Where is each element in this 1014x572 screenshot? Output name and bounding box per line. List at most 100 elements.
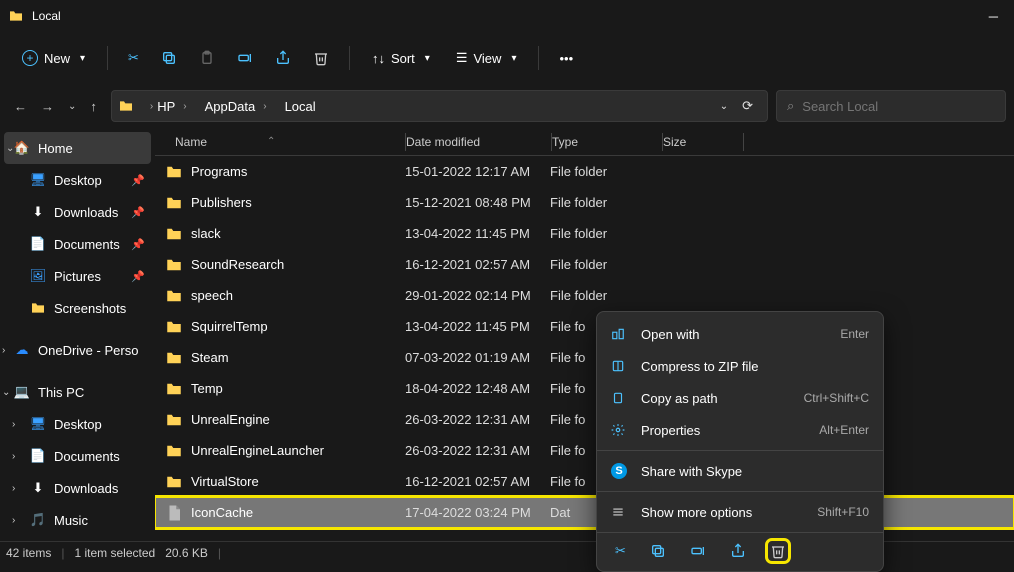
table-row[interactable]: Steam07-03-2022 01:19 AMFile fo xyxy=(155,342,1014,373)
sidebar-item-music[interactable]: ›🎵Music xyxy=(0,504,155,536)
folder-icon xyxy=(165,318,183,336)
file-list: Name⌃ Date modified Type Size Programs15… xyxy=(155,128,1014,541)
status-size: 20.6 KB xyxy=(165,546,208,560)
home-icon: 🏠 xyxy=(14,140,30,156)
more-icon xyxy=(611,505,627,519)
folder-icon xyxy=(165,473,183,491)
ctx-compress[interactable]: Compress to ZIP file xyxy=(597,350,883,382)
ctx-cut[interactable]: ✂ xyxy=(615,543,626,559)
chevron-down-icon: ▾ xyxy=(80,53,85,64)
sidebar-item-downloads[interactable]: ⬇Downloads📌 xyxy=(0,196,155,228)
table-row[interactable]: Programs15-01-2022 12:17 AMFile folder xyxy=(155,156,1014,187)
table-row[interactable]: slack13-04-2022 11:45 PMFile folder xyxy=(155,218,1014,249)
row-type: File folder xyxy=(550,288,660,303)
minimize-button[interactable]: ─ xyxy=(989,9,998,24)
forward-button[interactable]: → xyxy=(41,99,54,114)
copy-button[interactable] xyxy=(153,44,185,72)
row-date: 16-12-2021 02:57 AM xyxy=(405,474,550,489)
breadcrumb[interactable]: ›HP› xyxy=(140,95,193,118)
table-row[interactable]: speech29-01-2022 02:14 PMFile folder xyxy=(155,280,1014,311)
app-folder-icon xyxy=(8,8,24,24)
sidebar-item-screenshots[interactable]: Screenshots xyxy=(0,292,155,324)
new-button[interactable]: + New ▾ xyxy=(12,44,95,72)
cut-button[interactable]: ✂ xyxy=(120,44,147,72)
download-icon: ⬇ xyxy=(30,204,46,220)
cloud-icon: ☁ xyxy=(14,342,30,358)
row-date: 13-04-2022 11:45 PM xyxy=(405,226,550,241)
view-button[interactable]: ☰ View ▾ xyxy=(446,44,527,72)
breadcrumb[interactable]: Local xyxy=(279,95,322,118)
column-header-type[interactable]: Type xyxy=(552,135,662,149)
table-row[interactable]: SoundResearch16-12-2021 02:57 AMFile fol… xyxy=(155,249,1014,280)
properties-icon xyxy=(611,423,627,437)
search-input[interactable] xyxy=(802,99,995,114)
row-type: File folder xyxy=(550,226,660,241)
sidebar-item-onedrive[interactable]: ›☁OneDrive - Perso xyxy=(0,334,155,366)
pin-icon: 📌 xyxy=(131,238,145,251)
row-name: UnrealEngineLauncher xyxy=(191,443,405,458)
search-box[interactable]: ⌕ xyxy=(776,90,1006,122)
ctx-delete[interactable] xyxy=(770,543,786,559)
table-row[interactable]: UnrealEngine26-03-2022 12:31 AMFile fo xyxy=(155,404,1014,435)
ctx-open-with[interactable]: Open withEnter xyxy=(597,318,883,350)
column-header-date[interactable]: Date modified xyxy=(406,135,551,149)
ctx-copy[interactable] xyxy=(650,543,666,559)
column-header-name[interactable]: Name⌃ xyxy=(155,135,405,149)
breadcrumb[interactable]: AppData› xyxy=(199,95,273,118)
sidebar-item-desktop[interactable]: 🖥Desktop📌 xyxy=(0,164,155,196)
column-header-size[interactable]: Size xyxy=(663,135,743,149)
sidebar-item-thispc[interactable]: ⌄💻This PC xyxy=(0,376,155,408)
row-name: slack xyxy=(191,226,405,241)
row-name: SquirrelTemp xyxy=(191,319,405,334)
ctx-skype[interactable]: SShare with Skype xyxy=(597,455,883,487)
sidebar-item-documents2[interactable]: ›📄Documents xyxy=(0,440,155,472)
row-date: 07-03-2022 01:19 AM xyxy=(405,350,550,365)
refresh-button[interactable]: ⟳ xyxy=(742,98,753,114)
address-bar[interactable]: ›HP› AppData› Local ⌄ ⟳ xyxy=(111,90,768,122)
ctx-share[interactable] xyxy=(730,543,746,559)
sidebar-item-downloads2[interactable]: ›⬇Downloads xyxy=(0,472,155,504)
sidebar-item-pictures[interactable]: 🖼Pictures📌 xyxy=(0,260,155,292)
recent-dropdown[interactable]: ⌄ xyxy=(68,101,76,112)
document-icon: 📄 xyxy=(30,448,46,464)
table-row[interactable]: Temp18-04-2022 12:48 AMFile fo xyxy=(155,373,1014,404)
address-dropdown[interactable]: ⌄ xyxy=(720,101,728,112)
ctx-more-options[interactable]: Show more optionsShift+F10 xyxy=(597,496,883,528)
sidebar: ⌄🏠Home 🖥Desktop📌 ⬇Downloads📌 📄Documents📌… xyxy=(0,128,155,541)
trash-icon xyxy=(313,50,329,66)
sort-button[interactable]: ↑↓ Sort ▾ xyxy=(362,45,440,72)
row-name: Publishers xyxy=(191,195,405,210)
more-button[interactable]: ••• xyxy=(551,45,581,72)
new-label: New xyxy=(44,51,70,66)
sidebar-item-desktop2[interactable]: ›🖥Desktop xyxy=(0,408,155,440)
scissors-icon: ✂ xyxy=(615,543,626,558)
back-button[interactable]: ← xyxy=(14,99,27,114)
row-date: 15-12-2021 08:48 PM xyxy=(405,195,550,210)
table-row[interactable]: UnrealEngineLauncher26-03-2022 12:31 AMF… xyxy=(155,435,1014,466)
table-row[interactable]: SquirrelTemp13-04-2022 11:45 PMFile fo xyxy=(155,311,1014,342)
folder-icon xyxy=(165,256,183,274)
table-row[interactable]: VirtualStore16-12-2021 02:57 AMFile fo xyxy=(155,466,1014,497)
up-button[interactable]: ↑ xyxy=(90,99,97,114)
ctx-properties[interactable]: PropertiesAlt+Enter xyxy=(597,414,883,446)
row-date: 16-12-2021 02:57 AM xyxy=(405,257,550,272)
ctx-rename[interactable] xyxy=(690,543,706,559)
share-button[interactable] xyxy=(267,44,299,72)
sidebar-item-home[interactable]: ⌄🏠Home xyxy=(4,132,151,164)
pin-icon: 📌 xyxy=(131,270,145,283)
file-icon xyxy=(165,504,183,522)
sidebar-item-documents[interactable]: 📄Documents📌 xyxy=(0,228,155,260)
ctx-quick-actions: ✂ xyxy=(597,532,883,565)
rename-button[interactable] xyxy=(229,44,261,72)
folder-icon xyxy=(165,442,183,460)
ctx-copy-path[interactable]: Copy as pathCtrl+Shift+C xyxy=(597,382,883,414)
view-icon: ☰ xyxy=(456,50,468,66)
folder-icon xyxy=(165,225,183,243)
paste-button[interactable] xyxy=(191,44,223,72)
folder-icon xyxy=(165,411,183,429)
delete-button[interactable] xyxy=(305,44,337,72)
row-name: speech xyxy=(191,288,405,303)
table-row[interactable]: IconCache17-04-2022 03:24 PMDat xyxy=(155,497,1014,528)
table-row[interactable]: Publishers15-12-2021 08:48 PMFile folder xyxy=(155,187,1014,218)
plus-icon: + xyxy=(22,50,38,66)
